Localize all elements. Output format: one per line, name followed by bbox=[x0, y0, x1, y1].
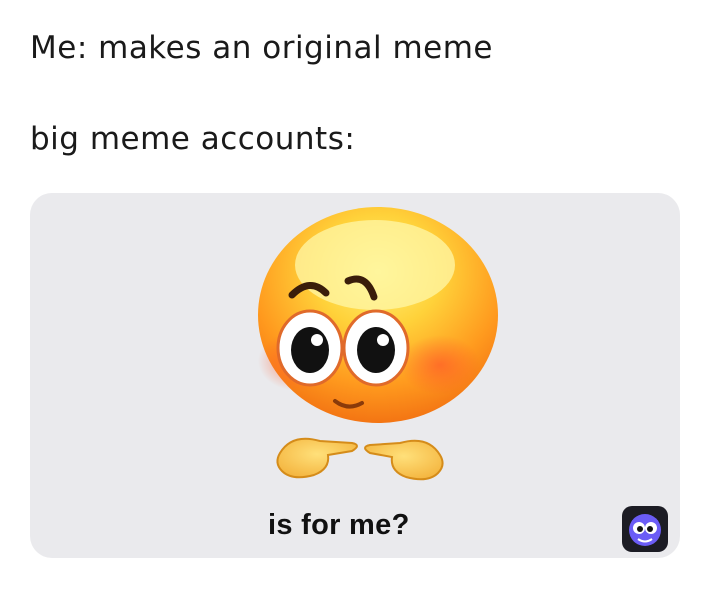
meme-image: is for me? bbox=[30, 193, 680, 558]
caption-line-2: big meme accounts: bbox=[30, 121, 356, 157]
meme-illustration bbox=[258, 207, 498, 481]
owl-app-icon bbox=[622, 506, 668, 552]
caption-line-1: Me: makes an original meme bbox=[30, 30, 493, 66]
pointing-index-fingers-icon bbox=[276, 437, 444, 481]
shy-blushing-face-icon bbox=[258, 207, 498, 423]
meme-caption-text: is for me? bbox=[268, 509, 410, 541]
